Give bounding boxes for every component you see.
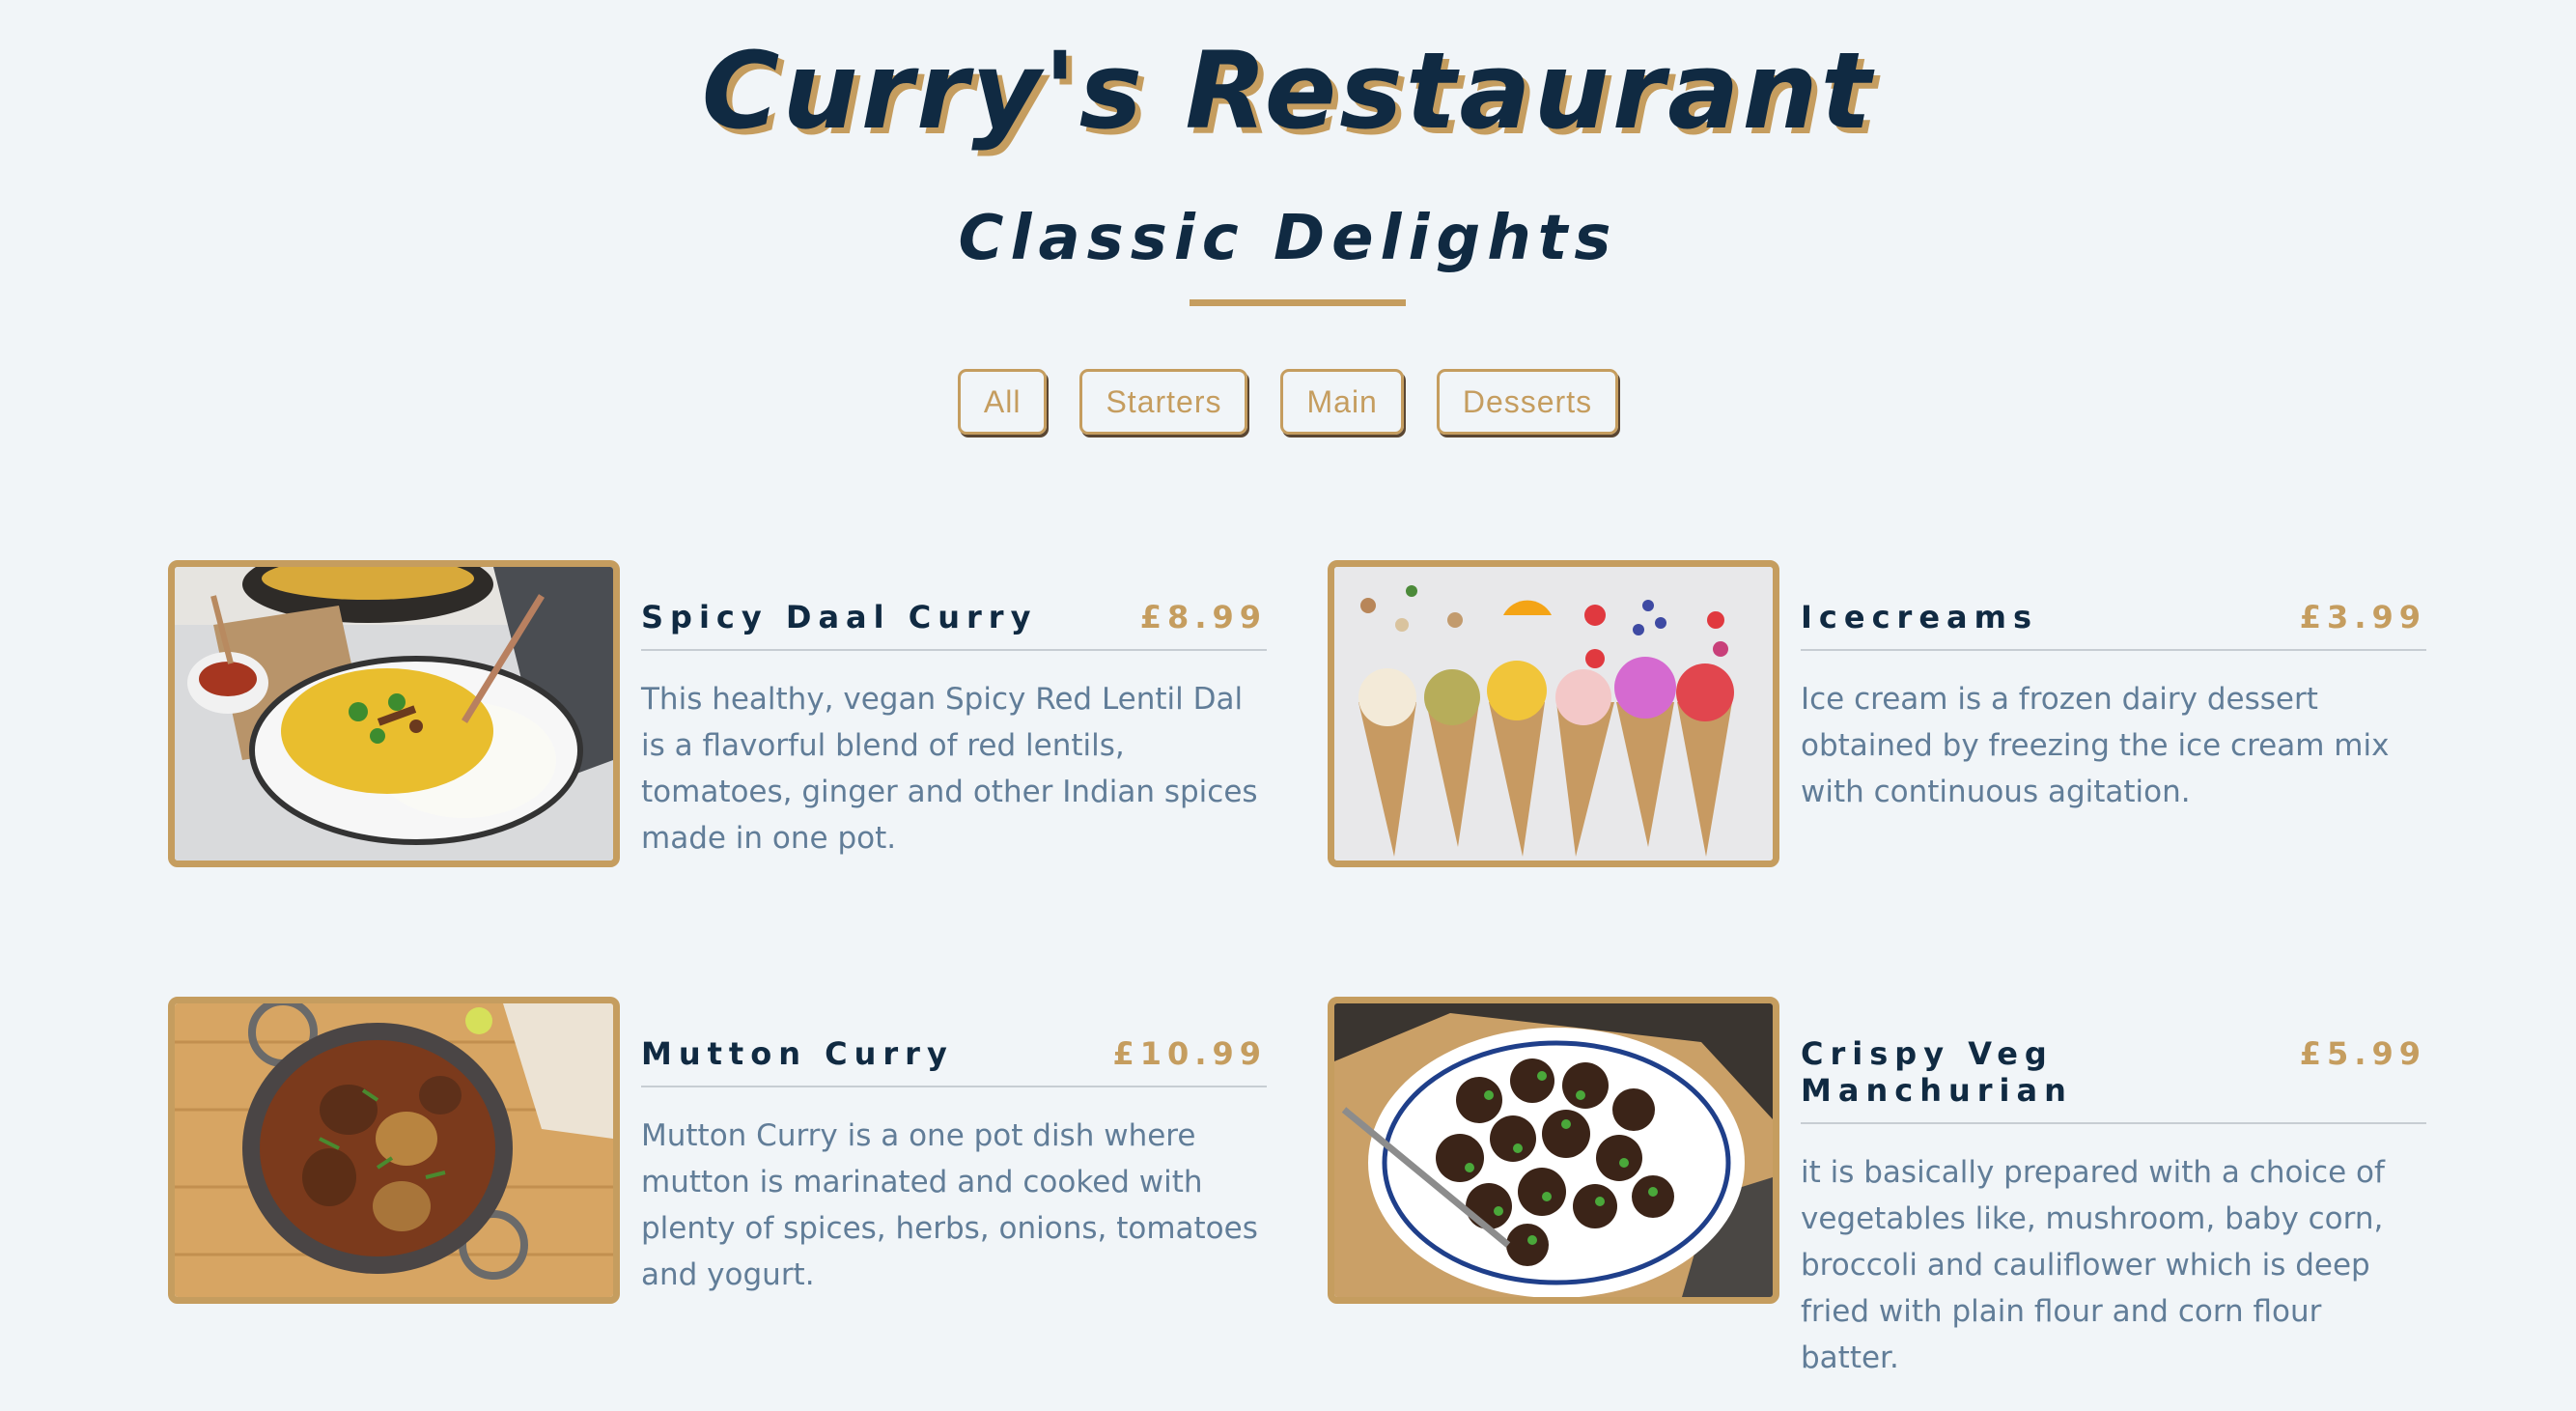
menu-item-info: Mutton Curry £10.99 Mutton Curry is a on… bbox=[641, 1035, 1267, 1328]
filter-starters-button[interactable]: Starters bbox=[1079, 369, 1248, 435]
menu-item: Spicy Daal Curry £8.99 This healthy, veg… bbox=[168, 560, 1302, 869]
mutton-curry-photo bbox=[168, 997, 620, 1304]
filter-main-button[interactable]: Main bbox=[1280, 369, 1404, 435]
menu-item-price: £10.99 bbox=[1112, 1035, 1267, 1072]
filter-all-button[interactable]: All bbox=[957, 369, 1048, 435]
subtitle-underline bbox=[1190, 299, 1406, 306]
menu-item-name: Spicy Daal Curry bbox=[641, 599, 1038, 635]
menu-item: Icecreams £3.99 Ice cream is a frozen da… bbox=[1328, 560, 2461, 869]
menu-item-name: Icecreams bbox=[1801, 599, 2039, 635]
filter-desserts-button[interactable]: Desserts bbox=[1436, 369, 1619, 435]
menu-item-header: Icecreams £3.99 bbox=[1801, 599, 2426, 651]
menu-item-header: Spicy Daal Curry £8.99 bbox=[641, 599, 1267, 651]
menu-item-header: Mutton Curry £10.99 bbox=[641, 1035, 1267, 1087]
menu-item-header: Crispy Veg Manchurian £5.99 bbox=[1801, 1035, 2426, 1124]
menu-item-name: Mutton Curry bbox=[641, 1035, 954, 1072]
menu-item-description: Ice cream is a frozen dairy dessert obta… bbox=[1801, 682, 2390, 809]
dal-curry-photo bbox=[168, 560, 620, 867]
menu-item-price: £3.99 bbox=[2299, 599, 2426, 635]
menu-item-info: Icecreams £3.99 Ice cream is a frozen da… bbox=[1801, 599, 2426, 845]
veg-manchurian-photo bbox=[1328, 997, 1779, 1304]
menu-item-price: £5.99 bbox=[2299, 1035, 2426, 1072]
menu-item: Mutton Curry £10.99 Mutton Curry is a on… bbox=[168, 997, 1302, 1306]
menu-item-description: This healthy, vegan Spicy Red Lentil Dal… bbox=[641, 682, 1258, 856]
menu-subtitle: Classic Delights bbox=[958, 203, 1618, 274]
menu-item-description: Mutton Curry is a one pot dish where mut… bbox=[641, 1118, 1258, 1292]
menu-item-info: Spicy Daal Curry £8.99 This healthy, veg… bbox=[641, 599, 1267, 891]
ice-cream-cones-photo bbox=[1328, 560, 1779, 867]
menu-item-info: Crispy Veg Manchurian £5.99 it is basica… bbox=[1801, 1035, 2426, 1411]
category-filters: All Starters Main Desserts bbox=[0, 369, 2576, 435]
menu-item-name: Crispy Veg Manchurian bbox=[1801, 1035, 2073, 1109]
menu-item: Crispy Veg Manchurian £5.99 it is basica… bbox=[1328, 997, 2461, 1375]
menu-item-description: it is basically prepared with a choice o… bbox=[1801, 1155, 2385, 1375]
menu-item-price: £8.99 bbox=[1139, 599, 1267, 635]
restaurant-title: Curry's Restaurant bbox=[701, 29, 1875, 153]
